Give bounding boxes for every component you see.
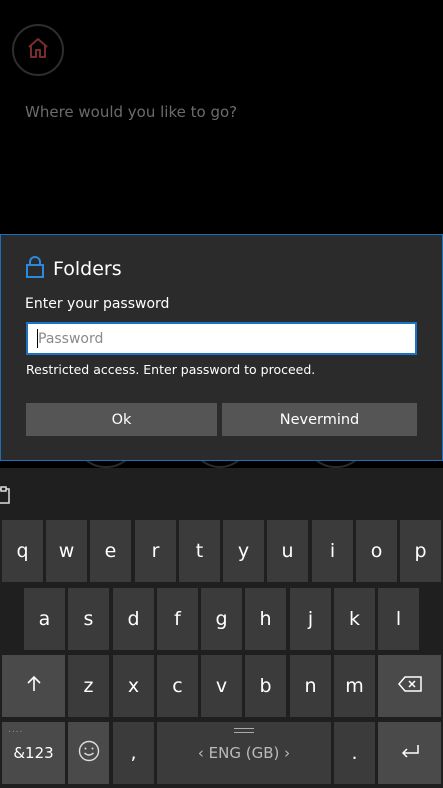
key-r[interactable]: r [135,520,176,582]
keyboard-suggestion-bar [0,468,443,516]
ok-button[interactable]: Ok [26,403,217,436]
enter-key[interactable] [378,722,441,784]
key-i[interactable]: i [312,520,353,582]
key-l[interactable]: l [378,588,419,650]
key-p[interactable]: p [400,520,441,582]
period-key[interactable]: . [334,722,375,784]
home-icon [26,36,50,64]
backspace-icon [397,675,422,697]
home-button[interactable] [12,24,64,76]
destination-prompt: Where would you like to go? [25,103,238,121]
key-t[interactable]: t [179,520,220,582]
smiley-icon [78,740,100,767]
key-b[interactable]: b [245,655,286,717]
key-s[interactable]: s [68,588,109,650]
key-z[interactable]: z [68,655,109,717]
comma-key[interactable]: , [113,722,154,784]
dialog-title-text: Folders [53,258,122,280]
key-n[interactable]: n [290,655,331,717]
text-caret [37,329,38,348]
shift-key[interactable] [2,655,65,717]
key-u[interactable]: u [267,520,308,582]
key-j[interactable]: j [290,588,331,650]
numbers-key-hint: .... [8,725,24,735]
shift-arrow-icon [25,675,43,698]
space-key[interactable]: ‹ ENG (GB) › [157,722,331,784]
restricted-message: Restricted access. Enter password to pro… [26,362,316,377]
language-label: ‹ ENG (GB) › [197,744,291,762]
key-g[interactable]: g [201,588,242,650]
key-c[interactable]: c [157,655,198,717]
nevermind-button[interactable]: Nevermind [222,403,417,436]
key-d[interactable]: d [113,588,154,650]
space-drag-handle [234,728,254,733]
key-e[interactable]: e [90,520,131,582]
key-k[interactable]: k [334,588,375,650]
emoji-key[interactable] [68,722,109,784]
key-f[interactable]: f [157,588,198,650]
dialog-title: Folders [25,256,122,282]
backspace-key[interactable] [378,655,441,717]
key-y[interactable]: y [223,520,264,582]
key-q[interactable]: q [2,520,43,582]
key-h[interactable]: h [245,588,286,650]
numbers-key-label: &123 [13,744,54,762]
password-label: Enter your password [25,296,170,312]
enter-arrow-icon [400,742,420,764]
lock-icon [25,256,45,282]
key-o[interactable]: o [356,520,397,582]
key-v[interactable]: v [201,655,242,717]
numbers-key[interactable]: .... &123 [2,722,65,784]
key-x[interactable]: x [113,655,154,717]
key-w[interactable]: w [46,520,87,582]
clipboard-icon[interactable] [0,486,11,508]
password-input[interactable] [26,322,417,355]
key-a[interactable]: a [24,588,65,650]
key-m[interactable]: m [334,655,375,717]
